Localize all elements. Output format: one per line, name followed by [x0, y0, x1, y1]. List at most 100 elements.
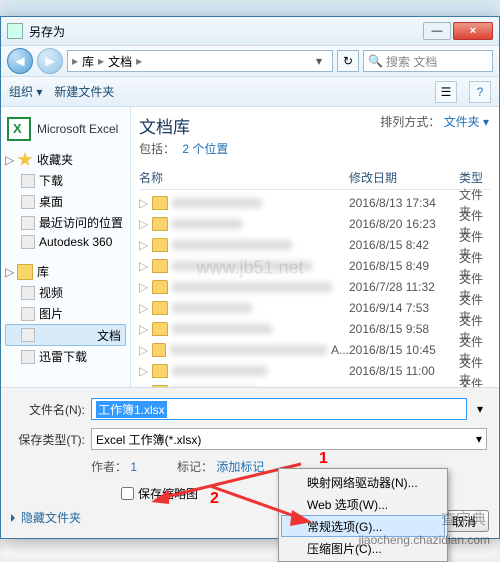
- sidebar-item-label: 最近访问的位置: [39, 214, 123, 231]
- annotation-label-2: 2: [210, 490, 219, 508]
- table-row[interactable]: ▷2016/7/28 11:32文件夹: [139, 276, 491, 297]
- file-date: 2016/8/15 9:58: [349, 322, 459, 336]
- close-button[interactable]: ×: [453, 22, 493, 40]
- savetype-label: 保存类型(T):: [13, 431, 85, 448]
- sidebar-item[interactable]: 迅雷下载: [5, 346, 126, 367]
- caret-icon: ▷: [139, 259, 148, 273]
- table-row[interactable]: ▷2016/8/20 16:23文件夹: [139, 213, 491, 234]
- refresh-button[interactable]: ↻: [337, 50, 359, 72]
- chevron-right-icon: ▸: [98, 54, 104, 68]
- view-options-button[interactable]: ☰: [435, 81, 457, 103]
- file-name-blurred: [172, 261, 312, 271]
- caret-icon: ▷: [5, 265, 17, 279]
- nav-back-button[interactable]: ◀: [7, 48, 33, 74]
- caret-icon: ▷: [5, 153, 17, 167]
- library-sub-prefix: 包括：: [139, 142, 175, 156]
- folder-icon: [152, 238, 168, 252]
- checkbox-input[interactable]: [121, 487, 134, 500]
- column-name[interactable]: 名称: [139, 169, 349, 186]
- breadcrumb[interactable]: 文档: [108, 53, 132, 70]
- sidebar-item-label: 下载: [39, 172, 63, 189]
- sort-label: 排列方式：: [380, 115, 440, 129]
- folder-icon: [21, 216, 35, 230]
- file-date: 2016/8/15 10:45: [349, 343, 459, 357]
- savetype-select[interactable]: Excel 工作簿(*.xlsx) ▾: [91, 428, 487, 450]
- chevron-right-icon: ▸: [72, 54, 78, 68]
- table-row[interactable]: ▷A...2016/8/15 10:45文件夹: [139, 339, 491, 360]
- sidebar-app[interactable]: Microsoft Excel: [7, 117, 124, 141]
- column-date[interactable]: 修改日期: [349, 169, 459, 186]
- caret-icon: ▷: [139, 196, 148, 210]
- table-row[interactable]: ▷2016/8/15 8:49文件夹: [139, 255, 491, 276]
- file-name-blurred: [172, 366, 267, 376]
- savetype-value: Excel 工作簿(*.xlsx): [96, 431, 201, 448]
- chevron-right-icon: ▸: [136, 54, 142, 68]
- filename-input[interactable]: 工作簿1.xlsx: [91, 398, 467, 420]
- sidebar-item[interactable]: 文档: [5, 324, 126, 346]
- menu-item-compress-pictures[interactable]: 压缩图片(C)...: [281, 537, 445, 559]
- library-locations-link[interactable]: 2 个位置: [182, 142, 228, 156]
- search-input[interactable]: 🔍 搜索 文档: [363, 50, 493, 72]
- help-button[interactable]: ?: [469, 81, 491, 103]
- sidebar-group-favorites[interactable]: ▷ 收藏夹: [5, 151, 126, 168]
- caret-icon: ▷: [139, 322, 148, 336]
- nav-forward-button[interactable]: ▶: [37, 48, 63, 74]
- folder-icon: [152, 322, 168, 336]
- file-date: 2016/8/20 16:23: [349, 217, 459, 231]
- table-row[interactable]: ▷2016/8/15 11:00文件夹: [139, 360, 491, 381]
- table-row[interactable]: ▷2016/8/15 8:42文件夹: [139, 234, 491, 255]
- table-row[interactable]: ▷2016/8/15 9:58文件夹: [139, 318, 491, 339]
- file-name-blurred: [172, 303, 252, 313]
- sidebar-item-label: 桌面: [39, 193, 63, 210]
- address-dropdown-icon[interactable]: ▾: [310, 54, 328, 68]
- sidebar-item[interactable]: 视频: [5, 282, 126, 303]
- folder-icon: [152, 301, 168, 315]
- address-bar[interactable]: ▸ 库 ▸ 文档 ▸ ▾: [67, 50, 333, 72]
- folder-icon: [21, 328, 35, 342]
- author-value[interactable]: 1: [130, 460, 137, 474]
- sidebar-item[interactable]: 桌面: [5, 191, 126, 212]
- caret-icon: ▷: [139, 217, 148, 231]
- folder-icon: [21, 235, 35, 249]
- folder-icon: [21, 307, 35, 321]
- table-row[interactable]: ▷2016/8/13 17:34文件夹: [139, 192, 491, 213]
- dropdown-icon: ▾: [476, 432, 482, 446]
- filename-label: 文件名(N):: [13, 401, 85, 418]
- hide-folders-label: 隐藏文件夹: [21, 509, 81, 526]
- new-folder-button[interactable]: 新建文件夹: [54, 83, 114, 100]
- file-type: 文件夹: [459, 375, 491, 388]
- folder-icon: [21, 174, 35, 188]
- sidebar-group-libraries[interactable]: ▷ 库: [5, 263, 126, 280]
- sidebar-item[interactable]: 图片: [5, 303, 126, 324]
- nav-bar: ◀ ▶ ▸ 库 ▸ 文档 ▸ ▾ ↻ 🔍 搜索 文档: [1, 45, 499, 77]
- dropdown-icon[interactable]: ▾: [473, 402, 487, 416]
- sort-control[interactable]: 排列方式： 文件夹 ▾: [380, 113, 489, 130]
- author-label: 作者：: [91, 460, 127, 474]
- column-type[interactable]: 类型: [459, 169, 491, 186]
- sort-value[interactable]: 文件夹 ▾: [444, 115, 489, 129]
- sidebar-app-label: Microsoft Excel: [37, 122, 118, 136]
- minimize-button[interactable]: —: [423, 22, 451, 40]
- dialog-icon: [7, 23, 23, 39]
- organize-button[interactable]: 组织 ▾: [9, 83, 42, 100]
- folder-icon: [21, 195, 35, 209]
- file-name-blurred: [172, 198, 262, 208]
- caret-icon: ▷: [139, 301, 148, 315]
- table-row[interactable]: ▷2016/9/14 7:53文件夹: [139, 297, 491, 318]
- caret-icon: ▷: [139, 280, 148, 294]
- caret-icon: [11, 514, 19, 522]
- breadcrumb[interactable]: 库: [82, 53, 94, 70]
- main-pane: 文档库 包括： 2 个位置 排列方式： 文件夹 ▾ 名称 修改日期 类型 ▷20…: [131, 107, 499, 387]
- sidebar-item[interactable]: Autodesk 360: [5, 233, 126, 251]
- sidebar-item[interactable]: 最近访问的位置: [5, 212, 126, 233]
- hide-folders-button[interactable]: 隐藏文件夹: [11, 509, 81, 526]
- filename-value: 工作簿1.xlsx: [96, 401, 167, 418]
- search-icon: 🔍: [368, 54, 383, 68]
- annotation-label-1: 1: [319, 450, 328, 468]
- file-list: ▷2016/8/13 17:34文件夹▷2016/8/20 16:23文件夹▷2…: [139, 192, 491, 387]
- folder-icon: [21, 350, 35, 364]
- sidebar-group-label: 库: [37, 263, 49, 280]
- folder-icon: [152, 364, 168, 378]
- sidebar-item[interactable]: 下载: [5, 170, 126, 191]
- folder-icon: [152, 259, 168, 273]
